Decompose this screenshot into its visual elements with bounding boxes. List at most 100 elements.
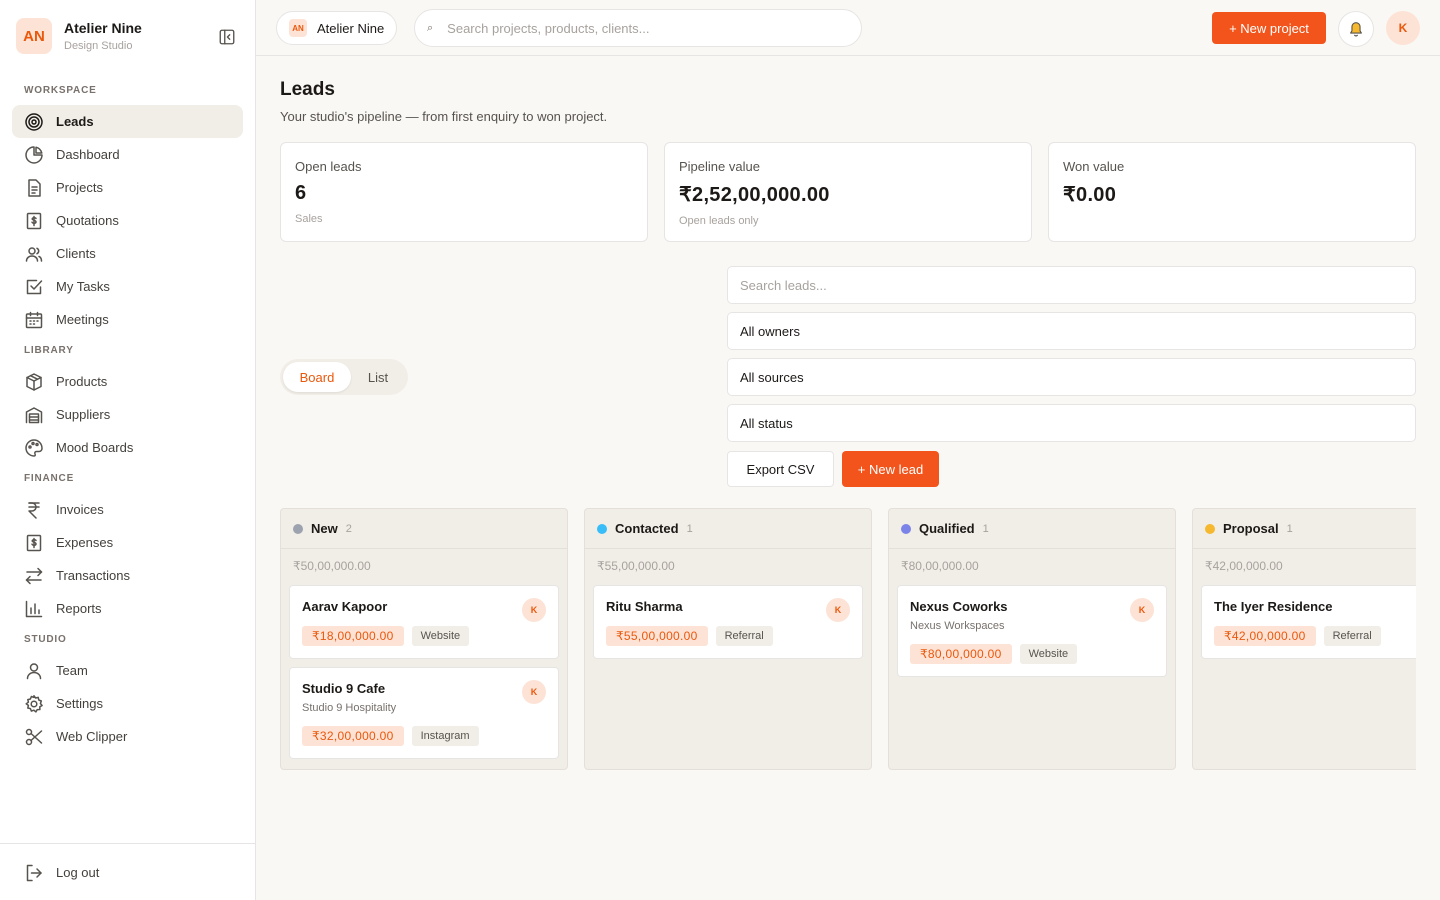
- column-title: Contacted: [615, 521, 679, 536]
- sidebar-collapse-icon[interactable]: [218, 28, 236, 46]
- sidebar-item-suppliers[interactable]: Suppliers: [12, 398, 243, 431]
- sidebar-item-label: Leads: [56, 114, 94, 129]
- main-content: Leads Your studio's pipeline — from firs…: [256, 57, 1440, 900]
- sidebar-item-label: Suppliers: [56, 407, 111, 422]
- nav-section-finance: FINANCE: [24, 473, 75, 484]
- lead-card[interactable]: Nexus Coworks Nexus Workspaces K ₹80,00,…: [897, 585, 1167, 677]
- sidebar-item-invoices[interactable]: Invoices: [12, 493, 243, 526]
- notifications-button[interactable]: [1338, 11, 1374, 47]
- sidebar-item-meetings[interactable]: Meetings: [12, 303, 243, 336]
- sidebar-item-label: Mood Boards: [56, 440, 134, 455]
- sidebar-item-quotations[interactable]: Quotations: [12, 204, 243, 237]
- kanban-column-proposal: Proposal 1 ₹42,00,000.00 The Iyer Reside…: [1192, 508, 1416, 770]
- column-header: New 2: [281, 509, 567, 549]
- stat-note: Sales: [295, 213, 323, 225]
- lead-card[interactable]: Ritu Sharma K ₹55,00,000.00 Referral: [593, 585, 863, 659]
- sidebar: AN Atelier Nine Design Studio WORKSPACE …: [0, 0, 256, 900]
- search-icon: ⌕: [427, 21, 434, 34]
- palette-icon: [25, 438, 43, 457]
- warehouse-icon: [25, 406, 43, 423]
- owner-filter-select[interactable]: All owners: [727, 312, 1416, 350]
- column-header: Contacted 1: [585, 509, 871, 549]
- target-icon: [25, 112, 43, 131]
- lead-amount: ₹55,00,000.00: [606, 626, 708, 646]
- sidebar-item-clients[interactable]: Clients: [12, 237, 243, 270]
- lead-card[interactable]: Studio 9 Cafe Studio 9 Hospitality K ₹32…: [289, 667, 559, 759]
- view-list-button[interactable]: List: [351, 362, 405, 392]
- lead-source-badge: Referral: [1323, 626, 1381, 646]
- lead-name: Aarav Kapoor: [302, 599, 388, 614]
- arrows-icon: [25, 567, 43, 584]
- column-total: ₹55,00,000.00: [597, 559, 675, 573]
- lead-search-field[interactable]: [727, 266, 1416, 304]
- brand-logo: AN: [16, 18, 52, 54]
- column-count: 1: [1286, 522, 1293, 535]
- stat-card-pipeline-value: Pipeline value ₹2,52,00,000.00 Open lead…: [664, 142, 1032, 242]
- dollar-doc-icon: [26, 212, 42, 229]
- bar-chart-icon: [25, 600, 43, 617]
- workspace-switcher[interactable]: AN Atelier Nine: [276, 11, 398, 45]
- users-icon: [25, 246, 43, 262]
- global-search-input[interactable]: [447, 20, 828, 36]
- status-filter-select[interactable]: All status: [727, 404, 1416, 442]
- gear-icon: [25, 694, 43, 713]
- sidebar-item-transactions[interactable]: Transactions: [12, 559, 243, 592]
- stat-card-won-value: Won value ₹0.00: [1048, 142, 1416, 242]
- sidebar-item-reports[interactable]: Reports: [12, 592, 243, 625]
- logout-button[interactable]: Log out: [12, 856, 243, 889]
- column-title: New: [311, 521, 338, 536]
- sidebar-item-label: Transactions: [56, 568, 130, 583]
- sidebar-item-dashboard[interactable]: Dashboard: [12, 138, 243, 171]
- lead-amount: ₹32,00,000.00: [302, 726, 404, 746]
- lead-amount: ₹42,00,000.00: [1214, 626, 1316, 646]
- sidebar-item-team[interactable]: Team: [12, 654, 243, 687]
- stat-label: Won value: [1063, 159, 1125, 174]
- sidebar-item-expenses[interactable]: Expenses: [12, 526, 243, 559]
- owner-avatar: K: [522, 680, 546, 704]
- sidebar-item-my-tasks[interactable]: My Tasks: [12, 270, 243, 303]
- status-dot: [597, 523, 607, 534]
- workspace-badge: AN: [289, 19, 307, 37]
- column-total: ₹42,00,000.00: [1205, 559, 1283, 573]
- sidebar-item-products[interactable]: Products: [12, 365, 243, 398]
- lead-company: Studio 9 Hospitality: [302, 702, 397, 714]
- lead-card[interactable]: Aarav Kapoor K ₹18,00,000.00 Website: [289, 585, 559, 659]
- brand-subtitle: Design Studio: [64, 40, 133, 52]
- sidebar-item-label: Web Clipper: [56, 729, 128, 744]
- lead-source-badge: Instagram: [411, 726, 479, 746]
- sidebar-nav: WORKSPACE Leads Dashboard Projects Quota…: [12, 76, 243, 753]
- column-total: ₹80,00,000.00: [901, 559, 979, 573]
- sidebar-item-leads[interactable]: Leads: [12, 105, 243, 138]
- lead-name: Studio 9 Cafe: [302, 681, 386, 696]
- global-search[interactable]: ⌕: [414, 9, 862, 47]
- sidebar-item-projects[interactable]: Projects: [12, 171, 243, 204]
- lead-source-badge: Website: [411, 626, 470, 646]
- sidebar-item-label: Dashboard: [56, 147, 120, 162]
- new-lead-button[interactable]: + New lead: [842, 451, 939, 487]
- kanban-column-new: New 2 ₹50,00,000.00 Aarav Kapoor K ₹18,0…: [280, 508, 568, 770]
- status-dot: [293, 523, 303, 534]
- bell-icon: [1350, 22, 1362, 37]
- status-dot: [1205, 523, 1215, 534]
- view-board-button[interactable]: Board: [283, 362, 351, 392]
- column-total: ₹50,00,000.00: [293, 559, 371, 573]
- new-project-button[interactable]: + New project: [1212, 12, 1326, 44]
- stat-value: ₹0.00: [1063, 184, 1117, 206]
- owner-avatar: K: [522, 598, 546, 622]
- owner-avatar: K: [1130, 598, 1154, 622]
- sidebar-item-label: Clients: [56, 246, 96, 261]
- brand-name: Atelier Nine: [64, 20, 142, 36]
- box-icon: [26, 372, 42, 391]
- source-filter-select[interactable]: All sources: [727, 358, 1416, 396]
- lead-name: The Iyer Residence: [1214, 599, 1333, 614]
- nav-section-workspace: WORKSPACE: [24, 85, 97, 96]
- lead-search-input[interactable]: [740, 277, 1380, 293]
- sidebar-item-web-clipper[interactable]: Web Clipper: [12, 720, 243, 753]
- lead-card[interactable]: The Iyer Residence ₹42,00,000.00 Referra…: [1201, 585, 1416, 659]
- sidebar-item-settings[interactable]: Settings: [12, 687, 243, 720]
- export-csv-button[interactable]: Export CSV: [727, 451, 834, 487]
- stat-card-open-leads: Open leads 6 Sales: [280, 142, 648, 242]
- sidebar-item-mood-boards[interactable]: Mood Boards: [12, 431, 243, 464]
- user-avatar[interactable]: K: [1386, 11, 1420, 45]
- rupee-icon: [28, 501, 40, 519]
